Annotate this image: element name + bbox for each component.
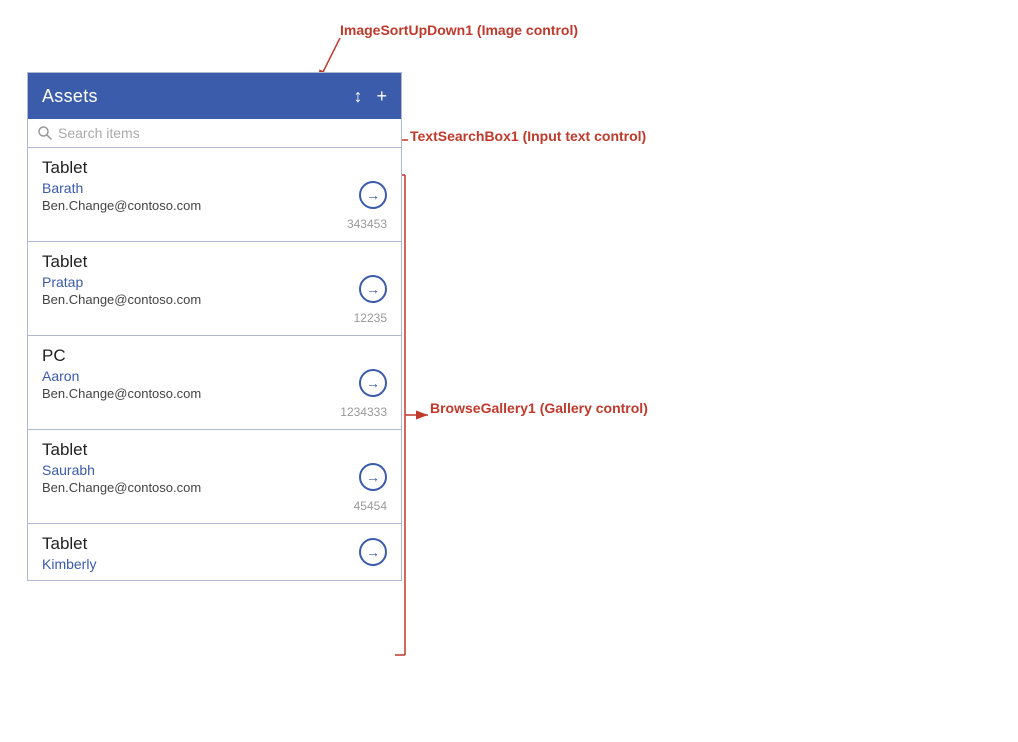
navigate-arrow[interactable]: → [359, 275, 387, 303]
gallery-annotation: BrowseGallery1 (Gallery control) [430, 400, 648, 416]
item-email: Ben.Change@contoso.com [42, 480, 387, 495]
navigate-arrow[interactable]: → [359, 181, 387, 209]
item-title: Tablet [42, 440, 387, 460]
item-title: Tablet [42, 252, 387, 272]
item-email: Ben.Change@contoso.com [42, 386, 387, 401]
list-item[interactable]: Tablet Saurabh Ben.Change@contoso.com 45… [28, 430, 401, 524]
sort-icon[interactable]: ↕ [353, 86, 362, 107]
item-number: 12235 [42, 311, 387, 325]
item-email: Ben.Change@contoso.com [42, 198, 387, 213]
search-box-container [28, 119, 401, 148]
item-subtitle: Aaron [42, 368, 387, 384]
add-icon[interactable]: + [376, 86, 387, 107]
item-title: Tablet [42, 534, 387, 554]
list-item[interactable]: PC Aaron Ben.Change@contoso.com 1234333 … [28, 336, 401, 430]
item-email: Ben.Change@contoso.com [42, 292, 387, 307]
navigate-arrow[interactable]: → [359, 463, 387, 491]
search-input[interactable] [58, 125, 391, 141]
search-icon [38, 126, 52, 140]
panel-header: Assets ↕ + [28, 73, 401, 119]
item-title: Tablet [42, 158, 387, 178]
navigate-arrow[interactable]: → [359, 369, 387, 397]
list-item[interactable]: Tablet Kimberly → [28, 524, 401, 580]
item-subtitle: Barath [42, 180, 387, 196]
list-item[interactable]: Tablet Barath Ben.Change@contoso.com 343… [28, 148, 401, 242]
header-icons: ↕ + [353, 86, 387, 107]
item-subtitle: Pratap [42, 274, 387, 290]
item-title: PC [42, 346, 387, 366]
image-sort-annotation: ImageSortUpDown1 (Image control) [340, 22, 578, 38]
search-box-annotation: TextSearchBox1 (Input text control) [410, 128, 646, 144]
item-subtitle: Saurabh [42, 462, 387, 478]
item-number: 45454 [42, 499, 387, 513]
item-number: 343453 [42, 217, 387, 231]
assets-panel: Assets ↕ + Tablet Barath Ben.Change@cont… [27, 72, 402, 581]
list-item[interactable]: Tablet Pratap Ben.Change@contoso.com 122… [28, 242, 401, 336]
navigate-arrow[interactable]: → [359, 538, 387, 566]
panel-title: Assets [42, 86, 98, 107]
item-subtitle: Kimberly [42, 556, 387, 572]
item-number: 1234333 [42, 405, 387, 419]
browse-gallery: Tablet Barath Ben.Change@contoso.com 343… [28, 148, 401, 580]
